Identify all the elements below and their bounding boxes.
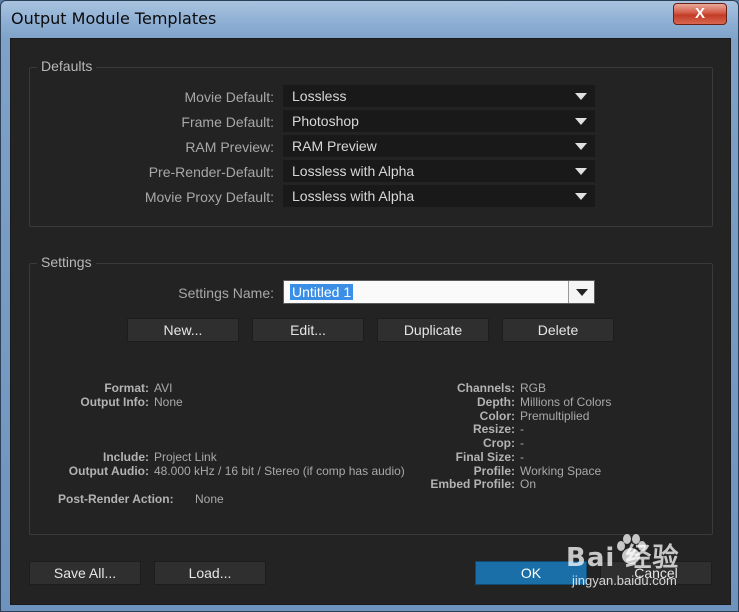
- delete-button[interactable]: Delete: [502, 318, 614, 342]
- settings-name-dropdown-button[interactable]: [568, 281, 594, 303]
- load-button[interactable]: Load...: [154, 561, 266, 585]
- pre-render-default-value: Lossless with Alpha: [292, 163, 415, 179]
- profile-label: Profile:: [473, 464, 515, 478]
- movie-default-label: Movie Default:: [184, 89, 274, 105]
- resize-value: -: [520, 422, 524, 436]
- watermark-url: jingyan.baidu.com: [572, 573, 677, 588]
- frame-default-dropdown[interactable]: Photoshop: [283, 110, 595, 132]
- movie-proxy-default-value: Lossless with Alpha: [292, 188, 415, 204]
- movie-default-value: Lossless: [292, 88, 347, 104]
- channels-value: RGB: [520, 381, 547, 395]
- settings-name-input[interactable]: Untitled 1: [290, 284, 354, 300]
- depth-label: Depth:: [477, 395, 515, 409]
- window-title: Output Module Templates: [11, 9, 217, 28]
- dialog-body: Defaults Movie Default: Lossless Frame D…: [10, 38, 731, 605]
- settings-name-label: Settings Name:: [178, 285, 274, 301]
- save-all-button[interactable]: Save All...: [29, 561, 141, 585]
- final-size-value: -: [520, 450, 524, 464]
- output-audio-label: Output Audio:: [68, 464, 149, 478]
- chevron-down-icon: [575, 193, 587, 200]
- output-audio-value: 48.000 kHz / 16 bit / Stereo (if comp ha…: [154, 464, 405, 478]
- pre-render-default-label: Pre-Render-Default:: [148, 164, 274, 180]
- final-size-label: Final Size:: [455, 450, 515, 464]
- settings-name-combobox[interactable]: Untitled 1: [283, 280, 595, 304]
- embed-profile-value: On: [520, 477, 537, 491]
- baidu-watermark: Bai 经验 jingyan.baidu.com: [566, 533, 716, 603]
- new-button[interactable]: New...: [127, 318, 239, 342]
- pre-render-default-dropdown[interactable]: Lossless with Alpha: [283, 160, 595, 182]
- output-info-value: None: [154, 395, 183, 409]
- watermark-logo: Bai 经验: [566, 543, 680, 573]
- format-label: Format:: [104, 381, 149, 395]
- frame-default-label: Frame Default:: [181, 114, 274, 130]
- movie-proxy-default-dropdown[interactable]: Lossless with Alpha: [283, 185, 595, 207]
- settings-group-label: Settings: [37, 254, 96, 270]
- output-info-label: Output Info:: [80, 395, 149, 409]
- chevron-down-icon: [576, 289, 588, 296]
- embed-profile-label: Embed Profile:: [430, 477, 515, 491]
- frame-default-value: Photoshop: [292, 113, 359, 129]
- post-render-action-value: None: [195, 492, 224, 506]
- crop-label: Crop:: [483, 436, 515, 450]
- chevron-down-icon: [575, 168, 587, 175]
- close-button[interactable]: X: [673, 3, 727, 25]
- color-value: Premultiplied: [520, 409, 590, 423]
- defaults-group-label: Defaults: [37, 58, 97, 74]
- movie-default-dropdown[interactable]: Lossless: [283, 85, 595, 107]
- chevron-down-icon: [575, 143, 587, 150]
- duplicate-button[interactable]: Duplicate: [377, 318, 489, 342]
- include-label: Include:: [102, 450, 149, 464]
- resize-label: Resize:: [472, 422, 515, 436]
- movie-proxy-default-label: Movie Proxy Default:: [144, 189, 274, 205]
- chevron-down-icon: [575, 118, 587, 125]
- ram-preview-label: RAM Preview:: [185, 139, 274, 155]
- post-render-action-label: Post-Render Action:: [58, 492, 174, 506]
- depth-value: Millions of Colors: [520, 395, 612, 409]
- dialog-window: Output Module Templates X Defaults Movie…: [0, 0, 739, 612]
- ram-preview-value: RAM Preview: [292, 138, 377, 154]
- edit-button[interactable]: Edit...: [252, 318, 364, 342]
- chevron-down-icon: [575, 93, 587, 100]
- color-label: Color:: [479, 409, 515, 423]
- profile-value: Working Space: [520, 464, 602, 478]
- close-icon: X: [694, 5, 705, 22]
- channels-label: Channels:: [456, 381, 515, 395]
- format-value: AVI: [154, 381, 173, 395]
- crop-value: -: [520, 436, 524, 450]
- include-value: Project Link: [154, 450, 217, 464]
- ram-preview-dropdown[interactable]: RAM Preview: [283, 135, 595, 157]
